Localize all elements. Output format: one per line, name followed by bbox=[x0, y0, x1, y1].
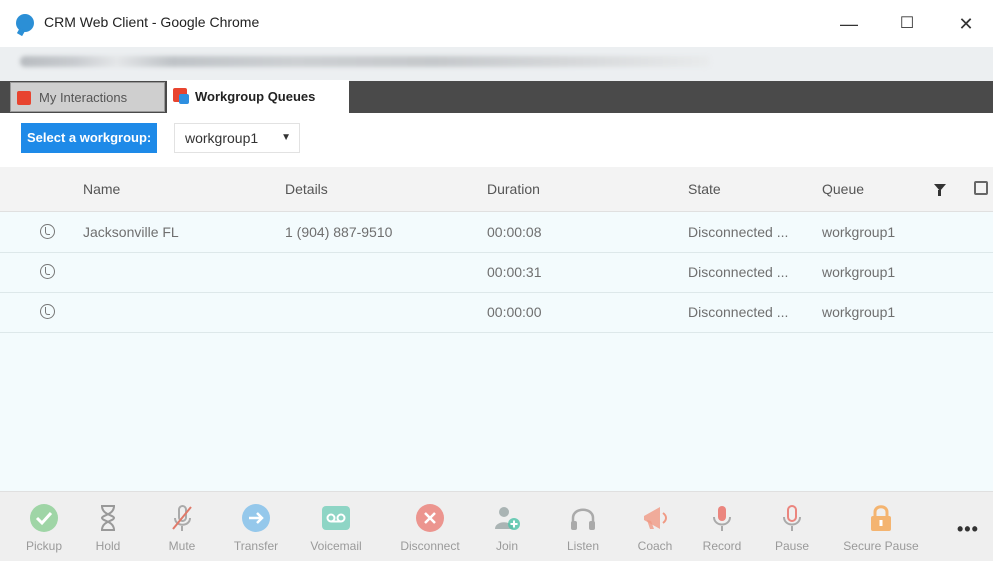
listen-label: Listen bbox=[566, 539, 600, 553]
user-add-icon bbox=[492, 503, 522, 533]
mic-icon bbox=[707, 503, 737, 533]
column-header-queue[interactable]: Queue bbox=[822, 167, 864, 211]
tab-workgroup-queues[interactable]: Workgroup Queues bbox=[167, 80, 349, 113]
record-label: Record bbox=[702, 539, 742, 553]
join-button[interactable]: Join bbox=[477, 497, 537, 553]
hold-button[interactable]: Hold bbox=[78, 497, 138, 553]
record-button[interactable]: Record bbox=[692, 497, 752, 553]
transfer-button[interactable]: Transfer bbox=[226, 497, 286, 553]
column-header-state[interactable]: State bbox=[688, 167, 721, 211]
more-options-button[interactable]: ••• bbox=[957, 519, 979, 540]
mic-pause-icon bbox=[777, 503, 807, 533]
megaphone-icon bbox=[640, 503, 670, 533]
voicemail-label: Voicemail bbox=[310, 539, 362, 553]
window-title: CRM Web Client - Google Chrome bbox=[44, 14, 260, 30]
cell-state: Disconnected ... bbox=[688, 224, 789, 240]
address-bar[interactable] bbox=[0, 47, 993, 75]
pause-label: Pause bbox=[774, 539, 810, 553]
chevron-down-icon: ▼ bbox=[281, 132, 291, 143]
cell-state: Disconnected ... bbox=[688, 264, 789, 280]
title-bar: CRM Web Client - Google Chrome — ☐ ✕ bbox=[0, 0, 993, 47]
phone-icon bbox=[40, 224, 55, 239]
table-row[interactable]: Jacksonville FL 1 (904) 887-9510 00:00:0… bbox=[0, 212, 993, 253]
table-header: Name Details Duration State Queue bbox=[0, 167, 993, 212]
column-header-details[interactable]: Details bbox=[285, 167, 328, 211]
disconnect-button[interactable]: Disconnect bbox=[400, 497, 460, 553]
cell-queue: workgroup1 bbox=[822, 224, 896, 240]
cell-state: Disconnected ... bbox=[688, 304, 789, 320]
hold-label: Hold bbox=[95, 539, 121, 553]
listen-button[interactable]: Listen bbox=[553, 497, 613, 553]
tab-label: Workgroup Queues bbox=[195, 89, 316, 104]
pickup-button[interactable]: Pickup bbox=[14, 497, 74, 553]
phone-icon bbox=[40, 304, 55, 319]
queues-icon bbox=[173, 88, 189, 104]
voicemail-button[interactable]: Voicemail bbox=[306, 497, 366, 553]
column-header-name[interactable]: Name bbox=[83, 167, 120, 211]
coach-button[interactable]: Coach bbox=[625, 497, 685, 553]
table-body: Jacksonville FL 1 (904) 887-9510 00:00:0… bbox=[0, 212, 993, 491]
disconnect-label: Disconnect bbox=[400, 539, 460, 553]
mic-off-icon bbox=[167, 503, 197, 533]
join-label: Join bbox=[495, 539, 518, 553]
cell-queue: workgroup1 bbox=[822, 304, 896, 320]
cell-duration: 00:00:00 bbox=[487, 304, 542, 320]
cell-queue: workgroup1 bbox=[822, 264, 896, 280]
x-circle-icon bbox=[415, 503, 445, 533]
mute-button[interactable]: Mute bbox=[152, 497, 212, 553]
arrow-right-circle-icon bbox=[241, 503, 271, 533]
lock-icon bbox=[866, 503, 896, 533]
cell-duration: 00:00:31 bbox=[487, 264, 542, 280]
workgroup-selected-value: workgroup1 bbox=[185, 130, 259, 146]
interactions-icon bbox=[17, 91, 31, 105]
pause-button[interactable]: Pause bbox=[762, 497, 822, 553]
cell-details: 1 (904) 887-9510 bbox=[285, 224, 393, 240]
secure-pause-label: Secure Pause bbox=[843, 539, 919, 553]
tab-my-interactions[interactable]: My Interactions bbox=[10, 82, 165, 112]
blurred-url bbox=[20, 56, 710, 67]
minimize-button[interactable]: — bbox=[827, 8, 871, 40]
filter-icon[interactable] bbox=[934, 184, 946, 196]
columns-icon[interactable] bbox=[974, 181, 988, 195]
table-row[interactable]: 00:00:31 Disconnected ... workgroup1 bbox=[0, 252, 993, 293]
cell-name: Jacksonville FL bbox=[83, 224, 179, 240]
mute-label: Mute bbox=[168, 539, 196, 553]
voicemail-icon bbox=[321, 503, 351, 533]
app-icon bbox=[16, 14, 34, 32]
tab-label: My Interactions bbox=[39, 90, 128, 105]
check-circle-icon bbox=[29, 503, 59, 533]
table-row[interactable]: 00:00:00 Disconnected ... workgroup1 bbox=[0, 292, 993, 333]
transfer-label: Transfer bbox=[233, 539, 279, 553]
cell-duration: 00:00:08 bbox=[487, 224, 542, 240]
workgroup-select[interactable]: workgroup1 ▼ bbox=[174, 123, 300, 153]
headphones-icon bbox=[568, 503, 598, 533]
phone-icon bbox=[40, 264, 55, 279]
hourglass-icon bbox=[93, 503, 123, 533]
workgroup-label: Select a workgroup: bbox=[21, 123, 158, 153]
column-header-duration[interactable]: Duration bbox=[487, 167, 540, 211]
pickup-label: Pickup bbox=[25, 539, 63, 553]
coach-label: Coach bbox=[637, 539, 673, 553]
close-button[interactable]: ✕ bbox=[944, 8, 988, 40]
maximize-button[interactable]: ☐ bbox=[885, 8, 929, 40]
secure-pause-button[interactable]: Secure Pause bbox=[836, 497, 926, 553]
